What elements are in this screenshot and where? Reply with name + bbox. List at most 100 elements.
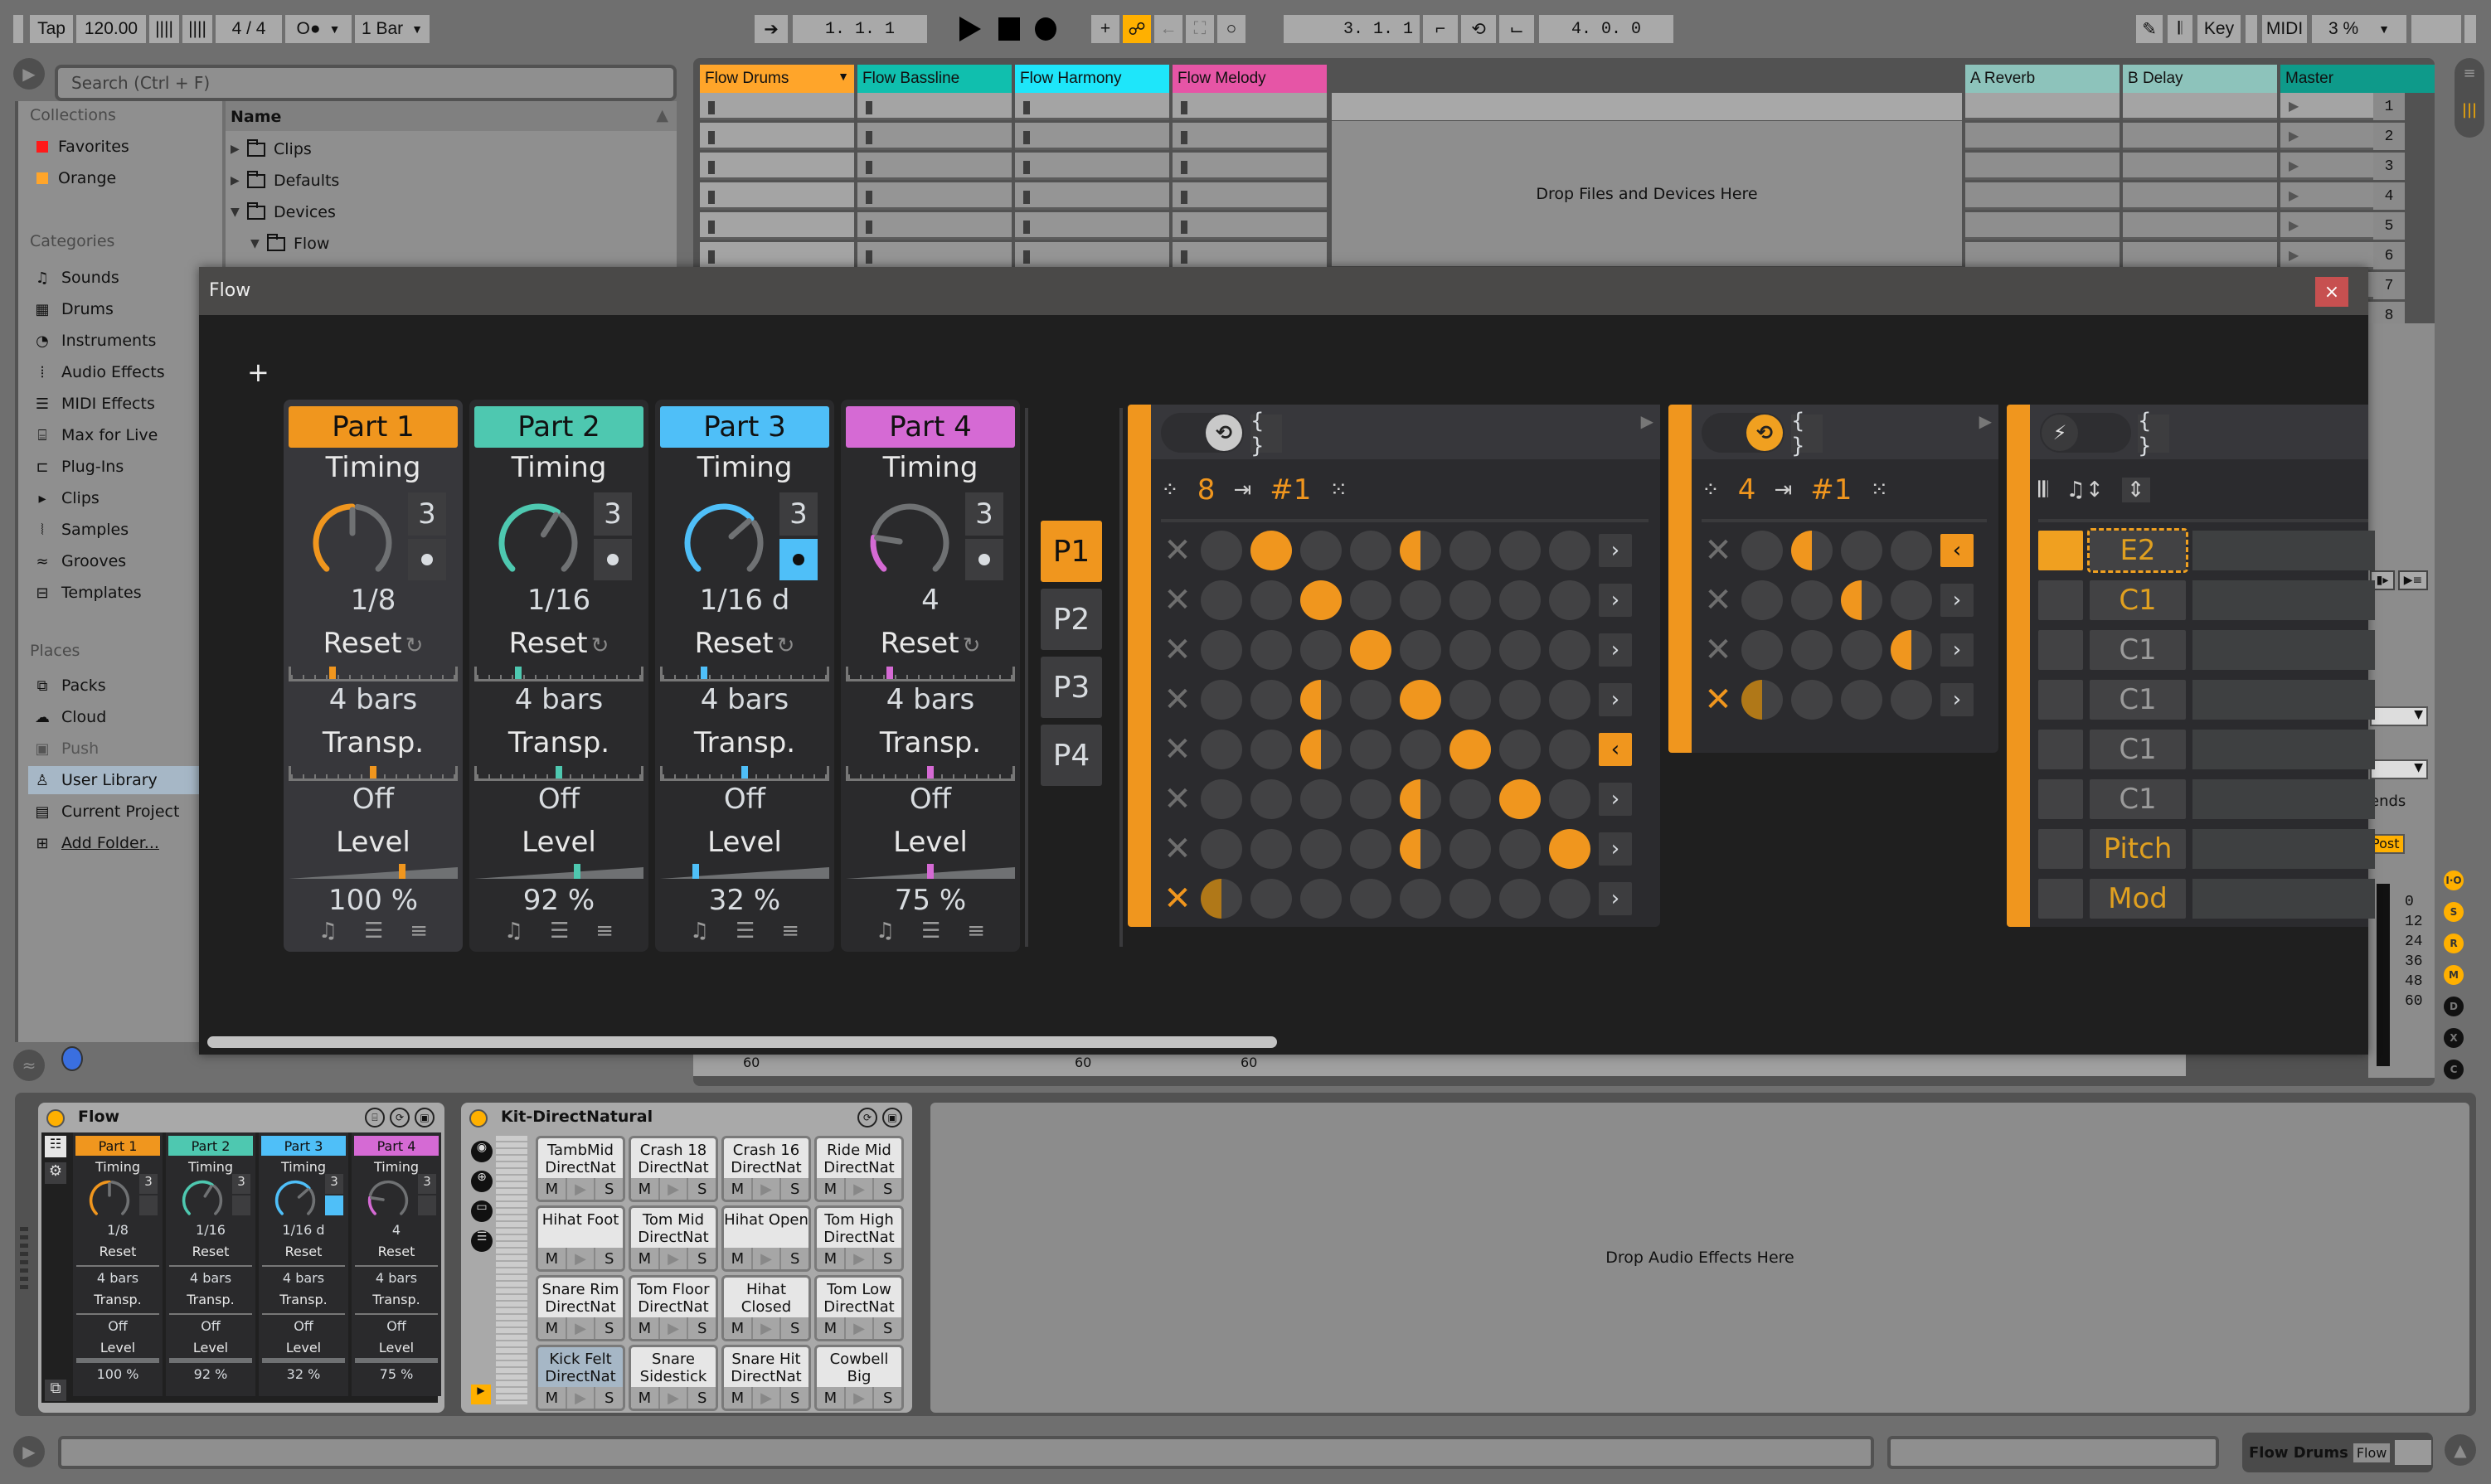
pad-mute-button[interactable]: M [817, 1317, 844, 1339]
clip-stop-icon[interactable] [866, 221, 872, 234]
dotted-toggle[interactable] [408, 539, 446, 580]
transpose-slider[interactable] [846, 766, 1015, 781]
row-value-bar[interactable] [2192, 879, 2375, 919]
step-cell[interactable] [1841, 531, 1882, 570]
file-row[interactable]: ▶ Defaults [231, 166, 339, 196]
pattern-button-p1[interactable]: P1 [1041, 521, 1102, 582]
step-cell[interactable] [1741, 580, 1783, 620]
row-target-label[interactable]: Mod [2090, 879, 2186, 919]
triplet-toggle[interactable]: 3 [418, 1174, 436, 1194]
horizontal-scrollbar[interactable] [207, 1036, 1277, 1048]
row-target-label[interactable]: E2 [2087, 528, 2188, 573]
direction-right-icon[interactable]: › [1599, 584, 1632, 617]
pad-play-icon[interactable]: ▶ [750, 1178, 780, 1200]
clip-slot[interactable] [857, 153, 1012, 180]
mixer-section-toggle-d[interactable]: D [2444, 997, 2464, 1016]
category-max-for-live[interactable]: ⌸ Max for Live [28, 421, 216, 449]
row-value-bar[interactable] [2192, 779, 2375, 819]
clip-slot[interactable] [1965, 93, 2120, 120]
row-value-bar[interactable] [2192, 730, 2375, 769]
category-audio-effects[interactable]: ⦙ Audio Effects [28, 358, 216, 386]
stack-icon[interactable]: ≡ [967, 919, 985, 943]
note-icon[interactable]: ♫ [504, 919, 523, 943]
clip-stop-icon[interactable] [1181, 101, 1187, 114]
step-cell[interactable] [1549, 531, 1590, 570]
row-clear-x-icon[interactable]: ✕ [1702, 531, 1735, 570]
mixer-view-icon[interactable]: ☷ [45, 1136, 66, 1157]
drum-pad[interactable]: Kick Felt DirectNat M ▶ S [536, 1345, 625, 1411]
random-icon[interactable]: ⁙ [1329, 478, 1347, 502]
hot-swap-icon[interactable]: ⟳ [857, 1108, 877, 1128]
place-cloud[interactable]: ☁ Cloud [28, 703, 216, 731]
step-cell[interactable] [1499, 531, 1541, 570]
triplet-toggle[interactable]: 3 [232, 1174, 250, 1194]
direction-right-icon[interactable]: › [1940, 584, 1974, 617]
scene-play-icon[interactable]: ▶ [2289, 217, 2299, 233]
file-row[interactable]: ▶ Clips [231, 134, 312, 164]
category-sounds[interactable]: ♫ Sounds [28, 264, 216, 292]
category-grooves[interactable]: ≈ Grooves [28, 547, 216, 575]
scene-play-icon[interactable]: ▶ [2289, 98, 2299, 114]
automation-arm-button[interactable]: ☍ [1123, 15, 1151, 43]
device-thumbnail-kit[interactable] [2395, 1440, 2432, 1465]
row-value-bar[interactable] [2192, 829, 2375, 869]
direction-right-icon[interactable]: › [1599, 832, 1632, 866]
piano-keys-icon[interactable]: 𝄃𝄃 [2038, 478, 2048, 503]
note-icon[interactable]: ♫ [876, 919, 895, 943]
timing-knob[interactable] [365, 1177, 411, 1224]
chain-list-icon[interactable]: ⊕ [471, 1171, 493, 1192]
step-cell[interactable] [1400, 879, 1441, 919]
row-clear-x-icon[interactable]: ✕ [1702, 580, 1735, 620]
io-icon[interactable]: ▭ [471, 1200, 493, 1222]
name-column-header[interactable]: Name ▲ [226, 101, 677, 131]
dotted-toggle[interactable] [965, 539, 1003, 580]
dotted-toggle[interactable] [594, 539, 632, 580]
drum-pad[interactable]: Hihat Closed M ▶ S [721, 1275, 811, 1341]
level-slider[interactable] [289, 864, 458, 879]
direction-right-icon[interactable]: › [1599, 783, 1632, 816]
step-cell[interactable] [1250, 630, 1292, 670]
clip-slot[interactable] [2123, 212, 2277, 240]
pad-mute-button[interactable]: M [817, 1248, 844, 1269]
reset-slider[interactable] [169, 1262, 252, 1267]
clip-slot[interactable] [1015, 123, 1169, 150]
pad-mute-button[interactable]: M [631, 1248, 658, 1269]
pad-mute-button[interactable]: M [724, 1387, 751, 1409]
step-cell[interactable] [1300, 630, 1342, 670]
step-cell[interactable] [1350, 829, 1391, 869]
pad-mute-button[interactable]: M [538, 1248, 566, 1269]
pad-mute-button[interactable]: M [724, 1178, 751, 1200]
reset-slider[interactable] [289, 667, 458, 681]
step-cell[interactable] [1891, 580, 1932, 620]
note-icon[interactable]: ♫ [690, 919, 709, 943]
scene-launch[interactable]: ▶ [2280, 153, 2373, 180]
pad-mute-button[interactable]: M [538, 1178, 566, 1200]
pad-play-icon[interactable]: ▶ [658, 1387, 687, 1409]
step-cell[interactable] [1449, 531, 1491, 570]
transpose-slider[interactable] [474, 766, 643, 781]
row-enable-toggle[interactable] [2038, 779, 2083, 819]
clip-slot[interactable] [857, 212, 1012, 240]
pad-solo-button[interactable]: S [779, 1248, 808, 1269]
clip-stop-icon[interactable] [1023, 101, 1030, 114]
input-channel-select[interactable]: ▼ [2370, 759, 2428, 779]
step-cell[interactable] [1400, 829, 1441, 869]
reset-slider[interactable] [355, 1262, 438, 1267]
scene-launch[interactable]: ▶ [2280, 212, 2373, 240]
clip-stop-icon[interactable] [708, 161, 715, 174]
level-slider[interactable] [846, 864, 1015, 879]
step-cell[interactable] [1741, 680, 1783, 720]
pad-solo-button[interactable]: S [687, 1178, 716, 1200]
clip-stop-icon[interactable] [1023, 191, 1030, 204]
clip-stop-icon[interactable] [1023, 161, 1030, 174]
step-cell[interactable] [1499, 779, 1541, 819]
clip-slot[interactable] [1015, 182, 1169, 210]
fold-icon[interactable]: ▼ [838, 70, 849, 83]
pad-mute-button[interactable]: M [817, 1178, 844, 1200]
save-preset-icon[interactable]: ▣ [415, 1108, 435, 1128]
pad-mute-button[interactable]: M [631, 1317, 658, 1339]
scene-play-icon[interactable]: ▶ [2289, 247, 2299, 263]
level-slider[interactable] [474, 864, 643, 879]
category-midi-effects[interactable]: ☰ MIDI Effects [28, 390, 216, 418]
step-cell[interactable] [1891, 680, 1932, 720]
